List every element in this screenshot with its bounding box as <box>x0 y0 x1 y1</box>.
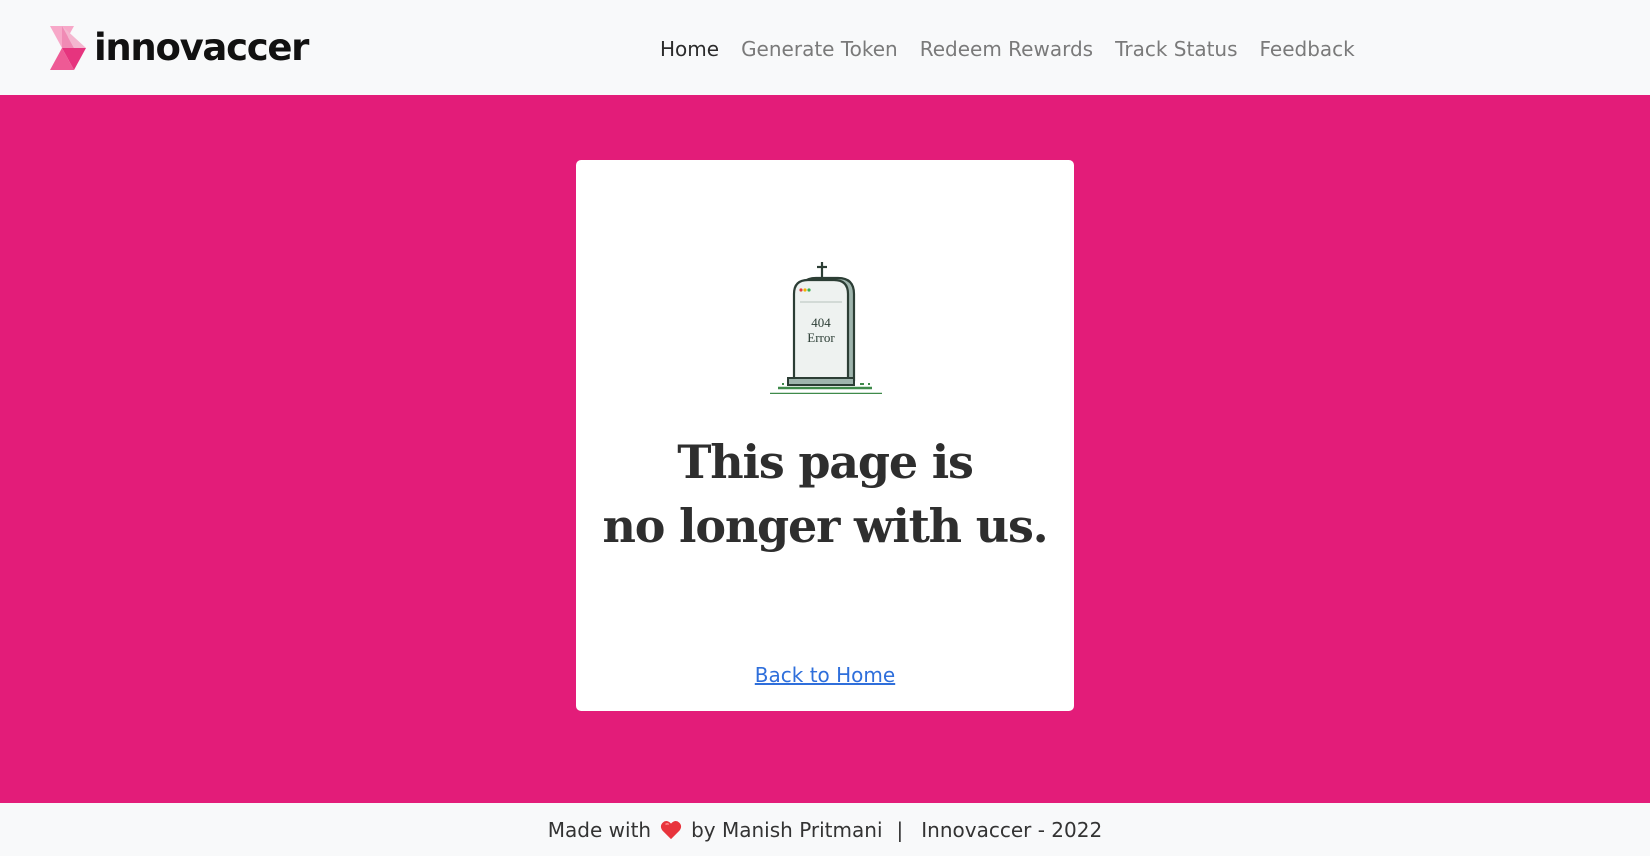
error-message: This page is no longer with us. <box>576 430 1074 558</box>
tombstone-404-text: 404 <box>811 315 831 330</box>
nav-link-track-status[interactable]: Track Status <box>1104 29 1248 69</box>
nav-item-generate-token: Generate Token <box>730 29 909 69</box>
nav-link-generate-token[interactable]: Generate Token <box>730 29 909 69</box>
brand-logo-link[interactable]: innovaccer <box>46 24 309 72</box>
nav-item-redeem-rewards: Redeem Rewards <box>909 29 1104 69</box>
nav-link-home[interactable]: Home <box>649 29 730 69</box>
nav-link-feedback[interactable]: Feedback <box>1249 29 1366 69</box>
nav-item-feedback: Feedback <box>1249 29 1366 69</box>
error-message-line-1: This page is <box>677 435 974 489</box>
tombstone-error-text: Error <box>807 330 835 345</box>
error-card: 404 Error This page is no longer with us… <box>576 160 1074 711</box>
tombstone-icon: 404 Error <box>770 262 882 394</box>
brand-name: innovaccer <box>94 26 309 69</box>
nav-link-redeem-rewards[interactable]: Redeem Rewards <box>909 29 1104 69</box>
footer-separator: | <box>896 817 904 842</box>
top-navbar: innovaccer Home Generate Token Redeem Re… <box>0 0 1650 95</box>
footer: Made with by Manish Pritmani | Innovacce… <box>0 803 1650 856</box>
nav-item-home: Home <box>649 29 730 69</box>
footer-made-with: Made with <box>547 817 652 842</box>
main-nav: Home Generate Token Redeem Rewards Track… <box>649 29 1366 69</box>
innovaccer-logo-icon <box>50 26 86 70</box>
back-to-home-link[interactable]: Back to Home <box>576 660 1074 690</box>
nav-item-track-status: Track Status <box>1104 29 1248 69</box>
footer-copyright: Innovaccer - 2022 <box>921 817 1103 842</box>
heart-icon <box>661 820 682 839</box>
error-message-line-2: no longer with us. <box>602 499 1049 553</box>
footer-author: by Manish Pritmani <box>691 817 883 842</box>
